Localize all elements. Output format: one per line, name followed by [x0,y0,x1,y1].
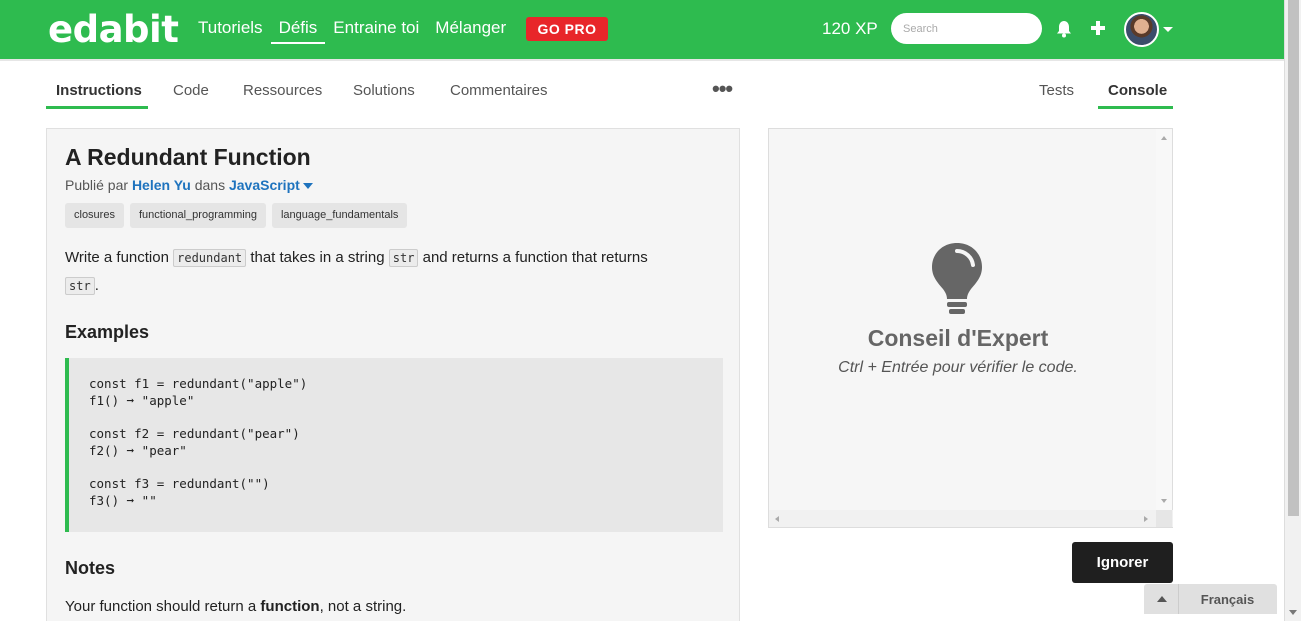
code-line: f1() ➞ "apple" [89,392,195,408]
code-line: const f1 = redundant("apple") [89,376,308,391]
bell-icon[interactable] [1056,20,1072,38]
desc-text: that takes in a string [250,249,385,266]
tab-code[interactable]: Code [173,82,209,99]
language-label[interactable]: Français [1178,592,1277,607]
tab-comments[interactable]: Commentaires [450,82,548,99]
code-line: f2() ➞ "pear" [89,442,187,458]
code-line: const f2 = redundant("pear") [89,426,300,442]
scroll-down-icon[interactable] [1161,499,1167,503]
main-nav: Tutoriels Défis Entraine toi Mélanger [198,18,522,44]
ignore-button[interactable]: Ignorer [1072,542,1173,583]
search-input[interactable] [891,13,1042,44]
notes-text-part: Your function should return a [65,598,257,615]
tab-tests[interactable]: Tests [1039,82,1074,99]
chevron-down-icon[interactable] [302,183,313,190]
nav-shuffle[interactable]: Mélanger [435,18,506,44]
chevron-down-icon[interactable] [1163,27,1173,32]
scrollbar-thumb[interactable] [1288,0,1299,516]
inline-code: redundant [173,249,247,267]
more-options-icon[interactable]: ••• [712,78,733,100]
tab-instructions[interactable]: Instructions [56,82,142,99]
avatar[interactable] [1124,12,1159,47]
console-vertical-scrollbar[interactable] [1156,129,1172,511]
scroll-down-icon[interactable] [1289,610,1297,615]
code-line: f3() ➞ "" [89,492,157,508]
xp-counter[interactable]: 120 XP [822,19,878,39]
notes-text: Your function should return a function, … [65,598,406,615]
notes-bold: function [260,598,320,615]
in-label: dans [194,177,226,193]
tag-closures[interactable]: closures [65,203,124,228]
tag-functional-programming[interactable]: functional_programming [129,203,266,228]
chevron-up-icon[interactable] [1157,596,1167,602]
examples-heading: Examples [65,322,150,342]
page-scrollbar[interactable] [1284,0,1301,621]
tip-title: Conseil d'Expert [867,325,1049,351]
nav-practice[interactable]: Entraine toi [333,18,419,44]
challenge-description: Write a function redundant that takes in… [65,244,725,300]
desc-text: and returns a function that returns [422,249,648,266]
challenge-card: A Redundant Function Publié par Helen Yu… [46,128,740,621]
desc-text: Write a function [65,249,169,266]
console-horizontal-scrollbar[interactable] [769,510,1173,527]
top-navbar: edabit Tutoriels Défis Entraine toi Méla… [0,0,1284,61]
tab-console[interactable]: Console [1108,82,1167,99]
edabit-logo[interactable]: edabit [48,8,179,51]
published-by-label: Publié par [65,177,129,193]
language-dropdown[interactable]: JavaScript [229,177,300,193]
desc-text: . [94,277,99,294]
inline-code: str [388,249,419,267]
scroll-up-icon[interactable] [1161,136,1167,140]
code-line: const f3 = redundant("") [89,476,270,492]
scrollbar-corner [1156,510,1172,527]
tab-resources[interactable]: Ressources [243,82,322,99]
language-selector[interactable]: Français [1144,584,1277,614]
examples-code-block: const f1 = redundant("apple") f1() ➞ "ap… [65,358,723,532]
plus-icon[interactable] [1090,19,1106,37]
lightbulb-icon [932,243,982,314]
inline-code: str [65,277,95,295]
notes-text-part: , not a string. [319,598,407,615]
console-panel[interactable]: Conseil d'Expert Ctrl + Entrée pour véri… [768,128,1173,528]
challenge-meta: Publié par Helen Yu dans JavaScript [65,177,313,193]
scroll-left-icon[interactable] [775,516,779,522]
nav-challenges[interactable]: Défis [270,18,326,44]
go-pro-button[interactable]: GO PRO [526,17,608,41]
page-title: A Redundant Function [65,144,311,170]
tag-list: closures functional_programming language… [65,203,413,228]
nav-tutorials[interactable]: Tutoriels [198,18,263,44]
notes-heading: Notes [65,558,116,578]
active-tab-indicator [46,106,148,109]
tab-solutions[interactable]: Solutions [353,82,415,99]
scroll-right-icon[interactable] [1144,516,1148,522]
active-tab-indicator-right [1098,106,1173,109]
tag-language-fundamentals[interactable]: language_fundamentals [271,203,408,228]
tip-subtitle: Ctrl + Entrée pour vérifier le code. [838,359,1078,376]
author-link[interactable]: Helen Yu [132,177,191,193]
